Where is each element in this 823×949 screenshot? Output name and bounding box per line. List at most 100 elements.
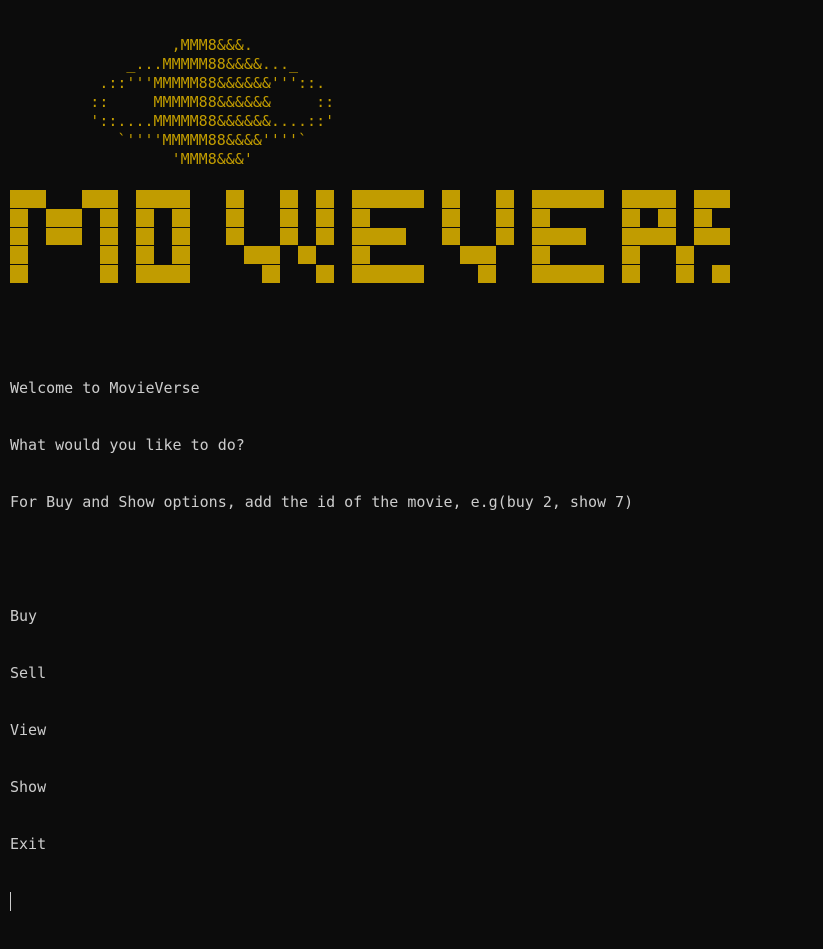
banner-gap <box>514 228 532 247</box>
banner-gap <box>208 209 226 228</box>
banner-block <box>100 265 118 284</box>
banner-block <box>154 265 172 284</box>
prompt-question: What would you like to do? <box>10 436 245 454</box>
banner-gap <box>262 209 280 228</box>
banner-block <box>100 227 118 247</box>
menu-option-view: View <box>10 721 47 739</box>
banner-gap <box>118 190 136 209</box>
banner-block <box>568 265 586 284</box>
banner-block <box>694 208 712 228</box>
banner-gap <box>640 265 658 284</box>
banner-gap <box>190 209 208 228</box>
banner-gap <box>82 209 100 228</box>
banner-gap <box>190 246 208 265</box>
banner-block <box>64 208 82 228</box>
banner-block <box>172 246 190 266</box>
banner-block <box>406 190 424 209</box>
text-cursor[interactable] <box>10 892 11 911</box>
banner-gap <box>460 209 478 228</box>
banner-gap <box>64 265 82 284</box>
banner-gap <box>82 265 100 284</box>
banner-block <box>100 246 118 266</box>
banner-block <box>388 190 406 209</box>
banner-block <box>370 190 388 209</box>
banner-gap <box>478 228 496 247</box>
banner-gap <box>154 228 172 247</box>
banner-gap <box>298 265 316 284</box>
banner-block <box>136 227 154 247</box>
banner-block <box>280 227 298 247</box>
banner-gap <box>28 209 46 228</box>
banner-gap <box>514 246 532 265</box>
banner-gap <box>280 265 298 284</box>
banner-gap <box>118 209 136 228</box>
banner-gap <box>82 228 100 247</box>
menu-option-exit: Exit <box>10 835 47 853</box>
banner-gap <box>298 228 316 247</box>
banner-gap <box>244 190 262 209</box>
banner-block <box>370 265 388 284</box>
banner-gap <box>334 265 352 284</box>
banner-block <box>10 190 28 209</box>
banner-gap <box>64 190 82 209</box>
banner-gap <box>442 265 460 284</box>
banner-block <box>622 208 640 228</box>
banner-gap <box>658 246 676 265</box>
banner-gap <box>676 228 694 247</box>
banner-block <box>136 208 154 228</box>
banner-gap <box>496 265 514 284</box>
banner-block <box>658 227 676 247</box>
banner-block <box>10 246 28 266</box>
banner-block <box>352 190 370 209</box>
banner-block <box>406 265 424 284</box>
banner-gap <box>298 209 316 228</box>
banner-block <box>622 227 640 247</box>
banner-block <box>694 190 712 209</box>
input-line[interactable] <box>10 892 633 911</box>
banner-block <box>262 246 280 266</box>
banner-gap <box>244 209 262 228</box>
banner-gap <box>28 228 46 247</box>
banner-gap <box>424 246 442 265</box>
banner-block <box>352 208 370 228</box>
banner-gap <box>334 190 352 209</box>
banner-gap <box>586 209 604 228</box>
banner-gap <box>424 209 442 228</box>
banner-gap <box>280 246 298 265</box>
banner-block <box>388 265 406 284</box>
banner-gap <box>370 209 388 228</box>
banner-block <box>586 265 604 284</box>
banner-gap <box>208 190 226 209</box>
banner-block <box>622 246 640 266</box>
banner-gap <box>190 190 208 209</box>
banner-gap <box>262 228 280 247</box>
banner-block <box>154 190 172 209</box>
banner-gap <box>154 246 172 265</box>
banner-gap <box>316 246 334 265</box>
banner-block <box>28 190 46 209</box>
banner-block <box>316 208 334 228</box>
banner-gap <box>496 246 514 265</box>
banner-block <box>370 227 388 247</box>
banner-gap <box>208 265 226 284</box>
banner-gap <box>334 228 352 247</box>
banner-gap <box>82 246 100 265</box>
banner-gap <box>208 228 226 247</box>
banner-block <box>172 265 190 284</box>
banner-block <box>442 208 460 228</box>
banner-block <box>298 246 316 266</box>
banner-block <box>640 190 658 209</box>
banner-gap <box>226 265 244 284</box>
banner-block <box>550 190 568 209</box>
banner-block <box>712 190 730 209</box>
banner-block <box>676 265 694 284</box>
banner-gap <box>694 265 712 284</box>
banner-gap <box>262 190 280 209</box>
banner-block <box>100 208 118 228</box>
banner-gap <box>694 246 712 265</box>
banner-gap <box>442 246 460 265</box>
banner-block <box>172 208 190 228</box>
banner-block <box>262 265 280 284</box>
banner-gap <box>424 190 442 209</box>
banner-block <box>82 190 100 209</box>
